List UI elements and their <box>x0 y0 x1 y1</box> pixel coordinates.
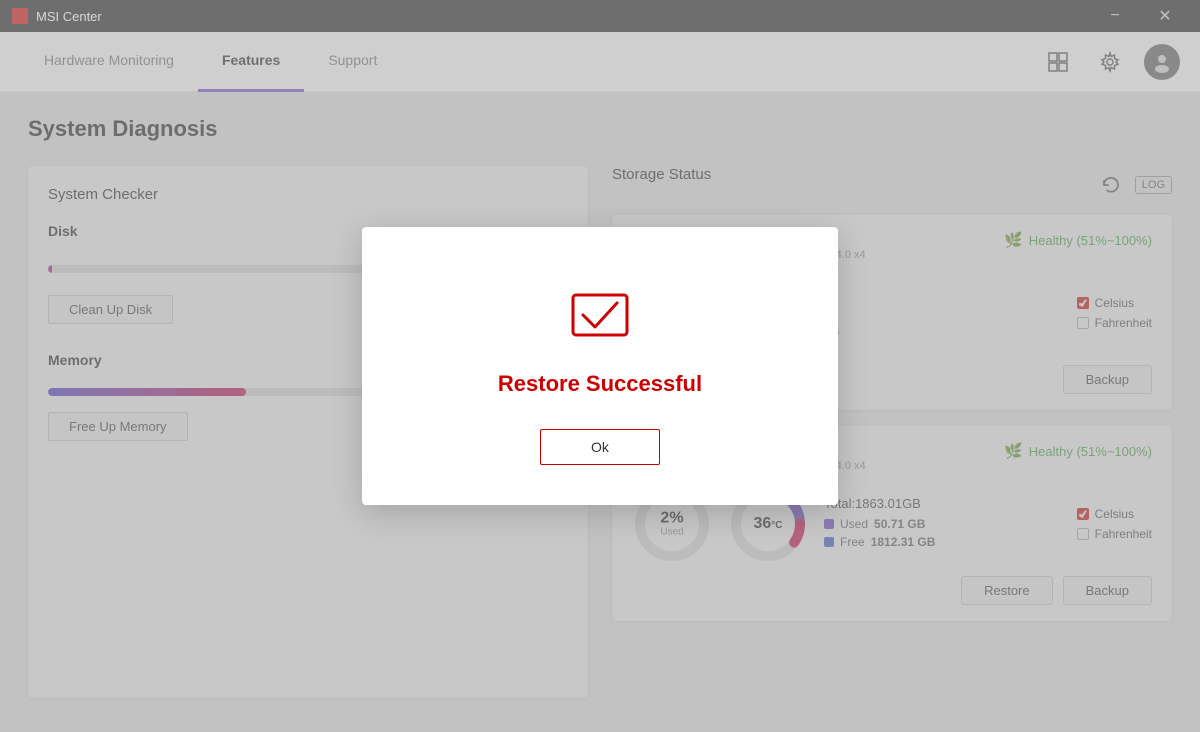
restore-successful-modal: Restore Successful Ok <box>362 227 838 505</box>
modal-title: Restore Successful <box>498 371 702 397</box>
modal-ok-button[interactable]: Ok <box>540 429 660 465</box>
modal-overlay: Restore Successful Ok <box>0 0 1200 732</box>
main-content: Hardware Monitoring Features Support <box>0 32 1200 732</box>
success-checkmark-icon <box>565 277 635 347</box>
